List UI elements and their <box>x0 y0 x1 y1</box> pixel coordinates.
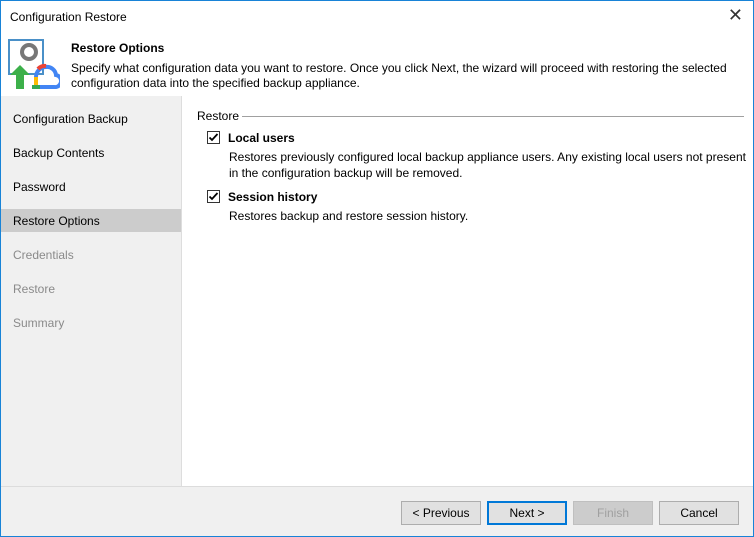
restore-options-panel: Restore Local users Restores previously … <box>181 96 753 486</box>
finish-button: Finish <box>573 501 653 525</box>
nav-step-summary: Summary <box>13 316 65 330</box>
wizard-footer: < Previous Next > Finish Cancel <box>1 486 753 536</box>
session-history-description: Restores backup and restore session hist… <box>229 209 469 223</box>
checkmark-icon <box>208 192 219 201</box>
page-description: Specify what configuration data you want… <box>71 61 727 90</box>
previous-button[interactable]: < Previous <box>401 501 481 525</box>
nav-step-backup-contents[interactable]: Backup Contents <box>1 141 181 164</box>
title-bar: Configuration Restore ✕ <box>1 1 753 33</box>
nav-step-password[interactable]: Password <box>1 175 181 198</box>
wizard-header: Restore Options Specify what configurati… <box>1 33 753 96</box>
next-button[interactable]: Next > <box>487 501 567 525</box>
wizard-steps-nav: Configuration Backup Backup Contents Pas… <box>1 96 181 486</box>
checkmark-icon <box>208 133 219 142</box>
session-history-label[interactable]: Session history <box>228 190 317 204</box>
group-label: Restore <box>197 109 240 123</box>
nav-step-restore: Restore <box>13 282 56 296</box>
local-users-checkbox[interactable] <box>207 131 220 144</box>
local-users-label[interactable]: Local users <box>228 131 295 145</box>
local-users-description: Restores previously configured local bac… <box>229 150 746 180</box>
group-divider <box>242 116 744 117</box>
wizard-window: Configuration Restore ✕ Restore Options … <box>0 0 754 537</box>
cancel-button[interactable]: Cancel <box>659 501 739 525</box>
nav-step-configuration-backup[interactable]: Configuration Backup <box>1 107 181 130</box>
session-history-checkbox[interactable] <box>207 190 220 203</box>
nav-step-credentials: Credentials <box>13 248 74 262</box>
window-title: Configuration Restore <box>10 10 127 24</box>
nav-step-restore-options[interactable]: Restore Options <box>1 209 181 232</box>
configuration-restore-icon <box>8 39 60 89</box>
close-icon[interactable]: ✕ <box>728 5 743 26</box>
page-title: Restore Options <box>71 41 165 55</box>
